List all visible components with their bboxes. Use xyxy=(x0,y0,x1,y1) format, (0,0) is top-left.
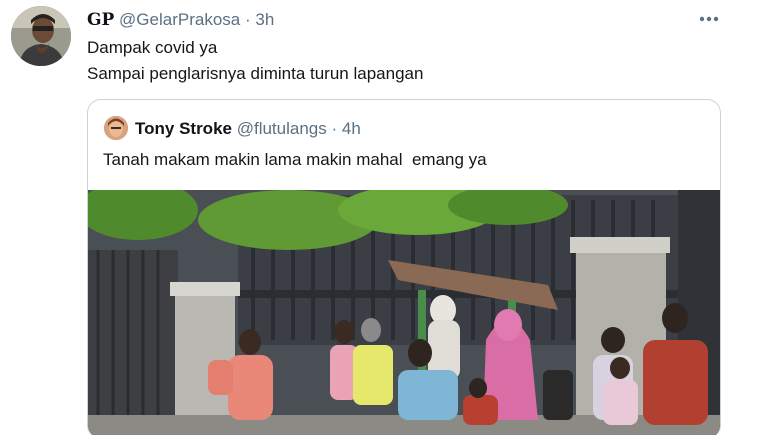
more-horizontal-icon[interactable] xyxy=(694,9,724,29)
separator: · xyxy=(244,10,251,29)
tweet[interactable]: GP @GelarPrakosa · 3h Dampak covid ya Sa… xyxy=(0,0,763,435)
tweet-text-line: Sampai penglarisnya diminta turun lapang… xyxy=(87,64,424,83)
quoted-separator: · xyxy=(331,119,338,138)
tweet-text-line: Dampak covid ya xyxy=(87,38,218,57)
quoted-tweet[interactable]: Tony Stroke @flutulangs · 4h Tanah makam… xyxy=(87,99,721,435)
tweet-header: GP @GelarPrakosa · 3h xyxy=(87,10,274,30)
quoted-timestamp[interactable]: 4h xyxy=(342,119,361,138)
timestamp[interactable]: 3h xyxy=(255,10,274,29)
quoted-text: Tanah makam makin lama makin mahal emang… xyxy=(103,150,487,169)
quoted-media-photo[interactable] xyxy=(88,180,720,435)
avatar-photo xyxy=(11,6,71,66)
avatar[interactable] xyxy=(11,6,71,66)
display-name[interactable]: GP xyxy=(87,10,114,30)
quoted-avatar[interactable] xyxy=(104,116,128,140)
quoted-user-handle[interactable]: @flutulangs xyxy=(237,119,327,138)
quoted-display-name[interactable]: Tony Stroke xyxy=(135,119,232,138)
quoted-avatar-photo xyxy=(104,116,128,140)
user-handle[interactable]: @GelarPrakosa xyxy=(119,10,240,29)
quoted-header: Tony Stroke @flutulangs · 4h xyxy=(135,119,361,139)
